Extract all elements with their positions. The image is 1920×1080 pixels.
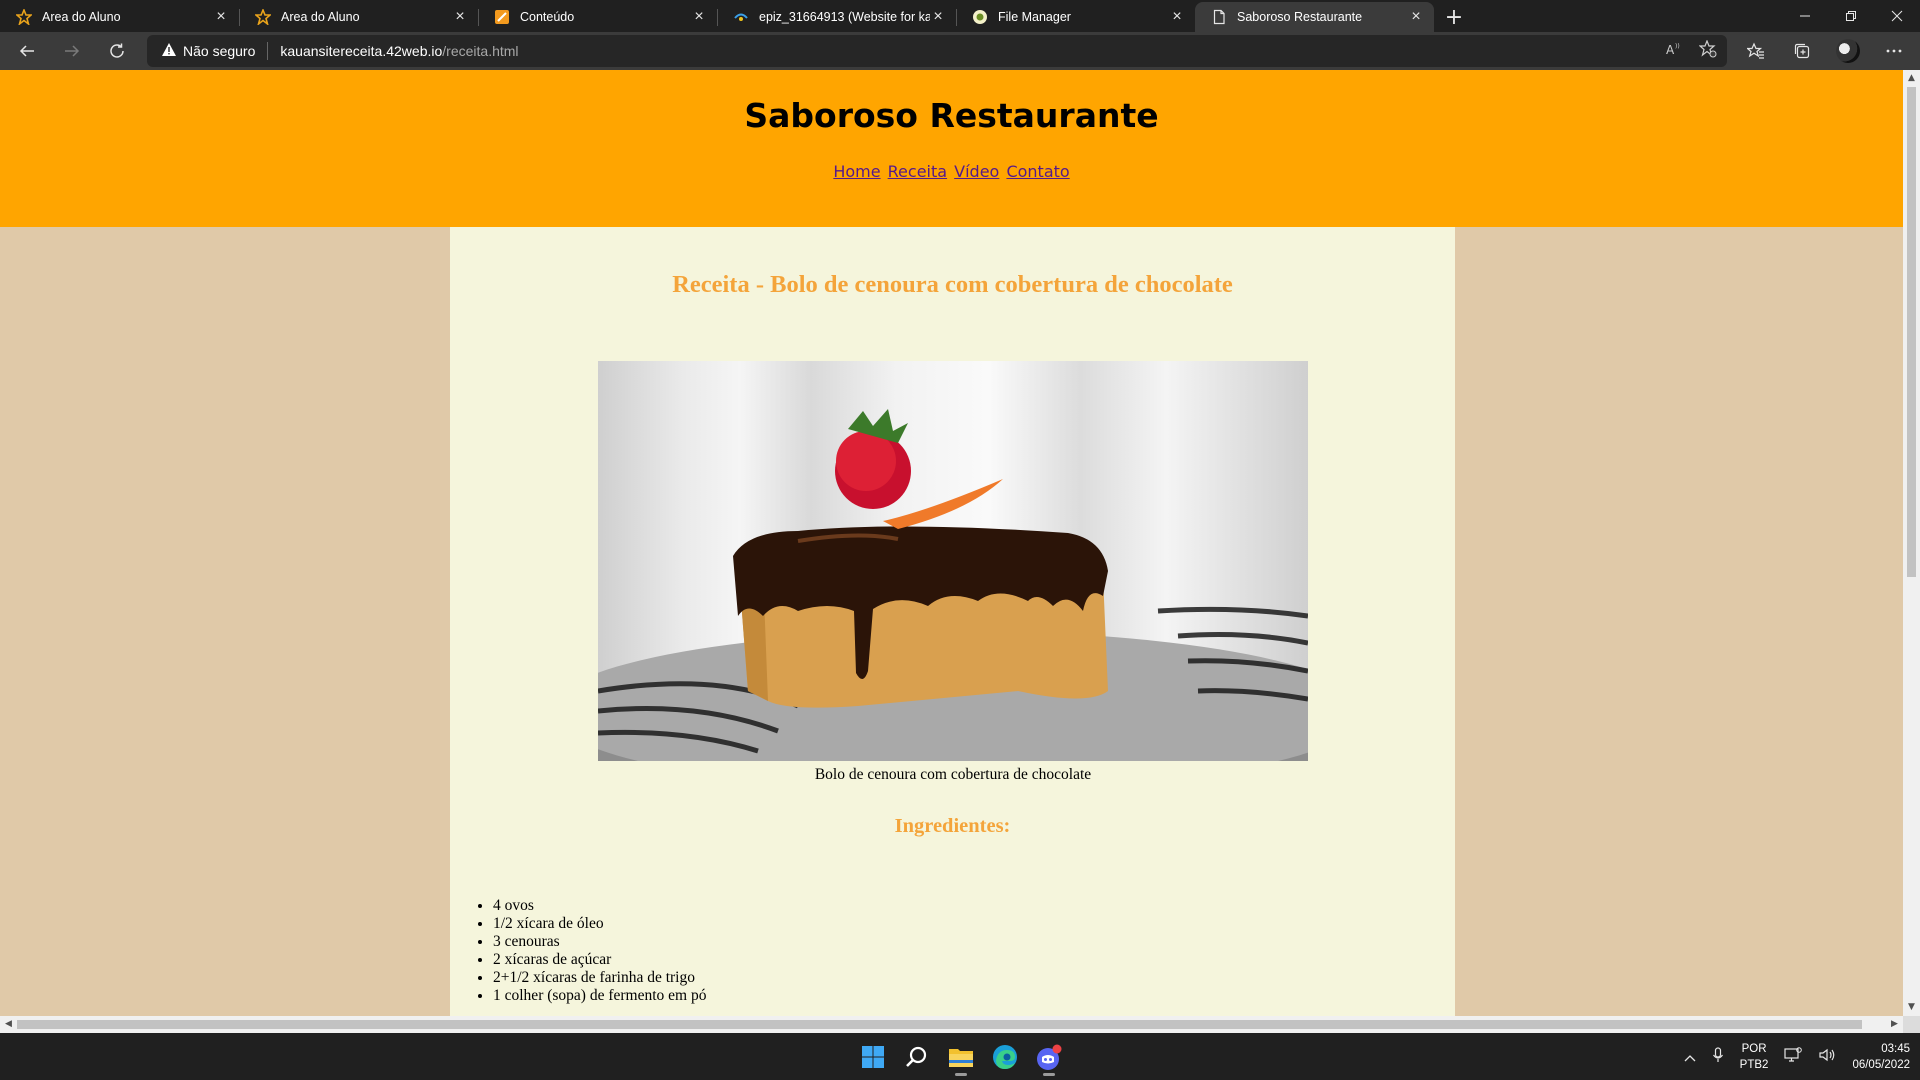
divider: [267, 42, 269, 60]
file-explorer-icon[interactable]: [944, 1037, 978, 1077]
ingredients-list: 4 ovos 1/2 xícara de óleo 3 cenouras 2 x…: [493, 897, 706, 1005]
clock[interactable]: 03:45 06/05/2022: [1852, 1041, 1910, 1073]
scroll-right-icon[interactable]: ▶: [1886, 1016, 1903, 1033]
main-content: Receita - Bolo de cenoura com cobertura …: [450, 227, 1455, 1016]
svg-text:)): )): [1675, 43, 1680, 50]
list-item: 3 cenouras: [493, 933, 706, 951]
file-manager-icon: [972, 9, 988, 25]
scroll-down-icon[interactable]: ▼: [1903, 999, 1920, 1016]
page-viewport: Saboroso Restaurante Home Receita Vídeo …: [0, 70, 1903, 1016]
url-host: kauansitereceita.42web.io: [280, 43, 443, 59]
horizontal-scroll-thumb[interactable]: [17, 1020, 1862, 1029]
discord-icon[interactable]: [1032, 1037, 1066, 1077]
list-item: 1/2 xícara de óleo: [493, 915, 706, 933]
list-item: 2 xícaras de açúcar: [493, 951, 706, 969]
close-tab-icon[interactable]: ×: [930, 9, 946, 25]
collections-icon[interactable]: [1786, 35, 1818, 67]
volume-icon[interactable]: [1818, 1047, 1836, 1066]
restore-icon[interactable]: [1828, 0, 1874, 32]
scrollbar-corner: [1903, 1016, 1920, 1033]
clock-time: 03:45: [1881, 1042, 1910, 1055]
add-favorite-star-icon[interactable]: [1698, 39, 1717, 62]
new-tab-button[interactable]: +: [1438, 2, 1470, 32]
tab-title: epiz_31664913 (Website for kaua: [759, 10, 930, 24]
vertical-scroll-thumb[interactable]: [1907, 87, 1916, 577]
star-logo-icon: [255, 9, 271, 25]
address-bar-actions: A)): [1665, 35, 1717, 67]
more-menu-icon[interactable]: [1878, 35, 1910, 67]
hosting-logo-icon: [733, 9, 749, 25]
scroll-left-icon[interactable]: ◀: [0, 1016, 17, 1033]
tab-title: Saboroso Restaurante: [1237, 10, 1363, 24]
tab-title: Area do Aluno: [42, 10, 121, 24]
warning-triangle-icon[interactable]: [161, 42, 177, 61]
search-icon[interactable]: [900, 1037, 934, 1077]
clock-date: 06/05/2022: [1852, 1058, 1910, 1071]
tab-area-do-aluno-2[interactable]: Area do Aluno ×: [239, 2, 478, 32]
close-tab-icon[interactable]: ×: [452, 9, 468, 25]
svg-text:A: A: [1666, 43, 1675, 57]
security-label[interactable]: Não seguro: [183, 43, 255, 59]
list-item: 4 ovos: [493, 897, 706, 915]
close-tab-icon[interactable]: ×: [213, 9, 229, 25]
vertical-scrollbar[interactable]: ▲ ▼: [1903, 70, 1920, 1016]
tab-area-do-aluno-1[interactable]: Area do Aluno ×: [0, 2, 239, 32]
input-language[interactable]: POR PTB2: [1740, 1041, 1769, 1073]
recipe-title: Receita - Bolo de cenoura com cobertura …: [672, 271, 1233, 298]
chevron-up-icon[interactable]: [1684, 1049, 1696, 1065]
address-bar[interactable]: Não seguro kauansitereceita.42web.io/rec…: [147, 35, 1727, 67]
edge-browser-icon[interactable]: [988, 1037, 1022, 1077]
site-header: Saboroso Restaurante Home Receita Vídeo …: [0, 70, 1903, 227]
tab-title: Conteúdo: [520, 10, 575, 24]
nav-link-contato[interactable]: Contato: [1006, 162, 1069, 181]
microphone-icon[interactable]: [1712, 1047, 1724, 1066]
minimize-icon[interactable]: [1782, 0, 1828, 32]
close-tab-icon[interactable]: ×: [1169, 9, 1185, 25]
site-nav: Home Receita Vídeo Contato: [0, 162, 1903, 181]
taskbar: POR PTB2 03:45 06/05/2022: [0, 1033, 1920, 1080]
list-item: 2+1/2 xícaras de farinha de trigo: [493, 969, 706, 987]
tab-saboroso-restaurante[interactable]: Saboroso Restaurante ×: [1195, 2, 1434, 32]
recipe-figure: Bolo de cenoura com cobertura de chocola…: [598, 361, 1308, 784]
list-item: 1 colher (sopa) de fermento em pó: [493, 987, 706, 1005]
forward-arrow-icon[interactable]: [54, 35, 90, 67]
url-path: /receita.html: [442, 43, 519, 59]
horizontal-scrollbar[interactable]: ◀ ▶: [0, 1016, 1903, 1033]
ingredients-heading: Ingredientes:: [894, 815, 1011, 837]
browser-toolbar: Não seguro kauansitereceita.42web.io/rec…: [0, 32, 1920, 70]
keyboard-layout: PTB2: [1739, 1058, 1769, 1071]
nav-link-receita[interactable]: Receita: [888, 162, 947, 181]
toolbar-actions: [1740, 32, 1910, 70]
system-tray: POR PTB2 03:45 06/05/2022: [1684, 1033, 1910, 1080]
scroll-up-icon[interactable]: ▲: [1903, 70, 1920, 87]
star-logo-icon: [16, 9, 32, 25]
close-tab-icon[interactable]: ×: [691, 9, 707, 25]
close-window-icon[interactable]: [1874, 0, 1920, 32]
refresh-icon[interactable]: [99, 35, 135, 67]
nav-link-home[interactable]: Home: [833, 162, 880, 181]
windows-start-icon[interactable]: [856, 1037, 890, 1077]
tab-strip: Area do Aluno × Area do Aluno × Conteúdo…: [0, 0, 1920, 32]
window-controls: [1782, 0, 1920, 32]
profile-avatar[interactable]: [1832, 35, 1864, 67]
cake-photo: [598, 361, 1308, 761]
image-caption: Bolo de cenoura com cobertura de chocola…: [814, 766, 1092, 783]
pencil-logo-icon: [494, 9, 510, 25]
tab-conteudo[interactable]: Conteúdo ×: [478, 2, 717, 32]
tab-title: File Manager: [998, 10, 1071, 24]
taskbar-apps: [856, 1033, 1066, 1080]
nav-link-video[interactable]: Vídeo: [954, 162, 999, 181]
network-icon[interactable]: [1784, 1047, 1803, 1066]
close-tab-icon[interactable]: ×: [1408, 9, 1424, 25]
site-title: Saboroso Restaurante: [744, 96, 1159, 135]
language-code: POR: [1741, 1042, 1767, 1055]
read-aloud-icon[interactable]: A)): [1665, 41, 1681, 61]
tab-epiz-website[interactable]: epiz_31664913 (Website for kaua ×: [717, 2, 956, 32]
tab-file-manager[interactable]: File Manager ×: [956, 2, 1195, 32]
tab-title: Area do Aluno: [281, 10, 360, 24]
document-icon: [1211, 9, 1227, 25]
cake-illustration: [598, 409, 1308, 761]
favorites-icon[interactable]: [1740, 35, 1772, 67]
back-arrow-icon[interactable]: [9, 35, 45, 67]
